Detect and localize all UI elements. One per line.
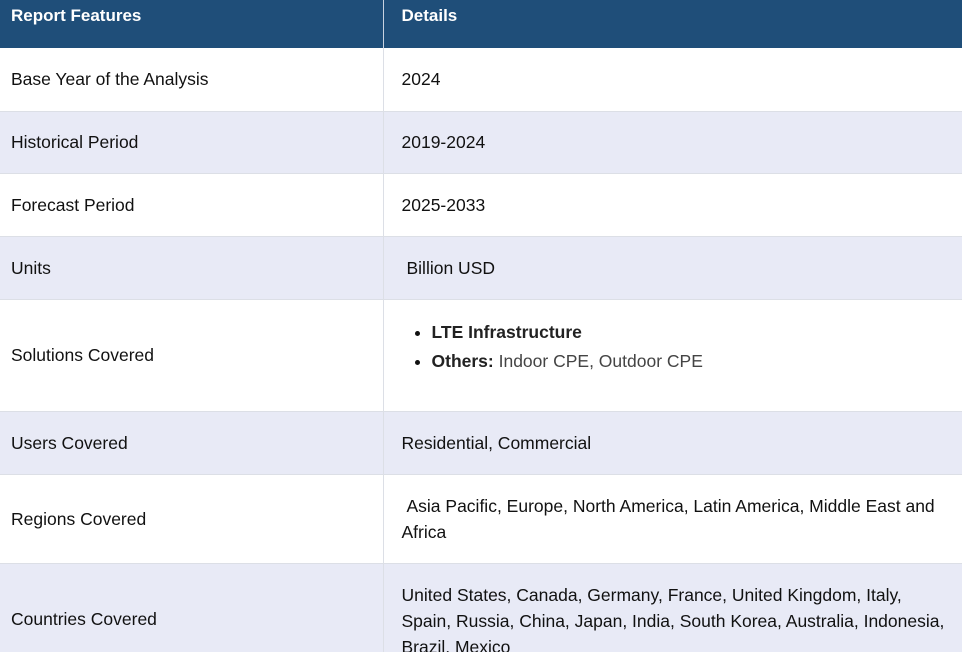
row-feature: Solutions Covered — [0, 299, 383, 412]
row-detail: 2024 — [382, 48, 962, 112]
row-detail: LTE Infrastructure Others: Indoor CPE, O… — [382, 299, 962, 412]
list-item: LTE Infrastructure — [432, 318, 951, 347]
regions-value: Asia Pacific, Europe, North America, Lat… — [401, 495, 935, 542]
row-feature: Countries Covered — [0, 563, 383, 652]
bullet-text: Indoor CPE, Outdoor CPE — [498, 350, 703, 371]
header-report-features: Report Features — [0, 0, 383, 48]
row-detail: Billion USD — [382, 236, 962, 300]
row-feature: Historical Period — [0, 111, 383, 174]
table-row: Users Covered Residential, Commercial — [0, 411, 962, 475]
table-row: Countries Covered United States, Canada,… — [0, 563, 962, 652]
row-feature: Users Covered — [0, 411, 383, 475]
row-detail: 2019-2024 — [382, 111, 962, 174]
table-row: Base Year of the Analysis 2024 — [0, 48, 962, 112]
row-feature: Units — [0, 236, 383, 300]
bullet-bold: Others: — [431, 350, 494, 371]
row-feature: Regions Covered — [0, 474, 383, 564]
report-features-table: Report Features Details Base Year of the… — [0, 0, 962, 652]
table-header-row: Report Features Details — [0, 0, 962, 48]
table-row: Historical Period 2019-2024 — [0, 111, 962, 174]
table-row: Units Billion USD — [0, 236, 962, 300]
row-feature: Base Year of the Analysis — [0, 48, 383, 112]
table-row: Solutions Covered LTE Infrastructure Oth… — [0, 299, 962, 412]
row-detail: Residential, Commercial — [382, 411, 962, 475]
row-detail: Asia Pacific, Europe, North America, Lat… — [382, 474, 962, 564]
units-value: Billion USD — [406, 257, 496, 278]
header-details: Details — [382, 0, 962, 48]
table-row: Regions Covered Asia Pacific, Europe, No… — [0, 474, 962, 564]
solutions-list: LTE Infrastructure Others: Indoor CPE, O… — [384, 318, 951, 376]
row-detail: 2025-2033 — [382, 173, 962, 237]
list-item: Others: Indoor CPE, Outdoor CPE — [432, 347, 951, 376]
table-row: Forecast Period 2025-2033 — [0, 173, 962, 237]
row-feature: Forecast Period — [0, 173, 383, 237]
row-detail: United States, Canada, Germany, France, … — [382, 563, 962, 652]
bullet-bold: LTE Infrastructure — [431, 321, 582, 342]
